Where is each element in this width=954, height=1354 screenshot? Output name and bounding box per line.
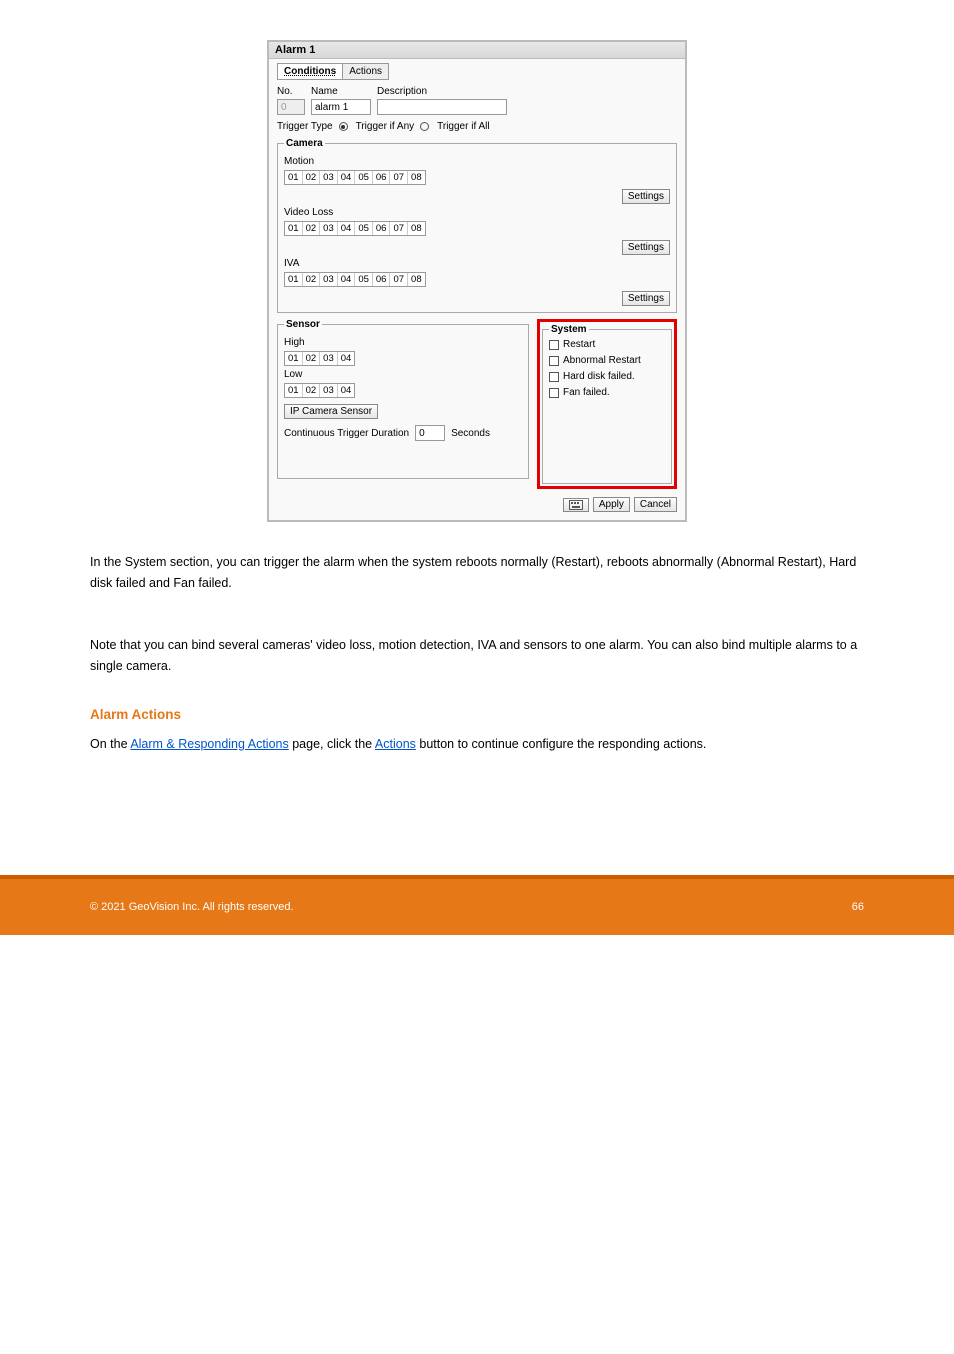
low-label: Low xyxy=(284,369,522,380)
high-grid[interactable]: 01 02 03 04 xyxy=(284,351,355,366)
low-04[interactable]: 04 xyxy=(338,384,355,397)
p3-b: page, click the xyxy=(289,737,375,751)
iva-settings-button[interactable]: Settings xyxy=(622,291,670,306)
tabs: Conditions Actions xyxy=(277,63,677,80)
trigger-any-label: Trigger if Any xyxy=(356,121,415,132)
no-input xyxy=(277,99,305,115)
iva-05[interactable]: 05 xyxy=(355,273,373,286)
system-highlight-box: System Restart Abnormal Restart Hard dis… xyxy=(537,319,677,489)
ctd-label: Continuous Trigger Duration xyxy=(284,428,409,439)
motion-01[interactable]: 01 xyxy=(285,171,303,184)
p3-c: button to continue configure the respond… xyxy=(416,737,706,751)
p3-a: On the xyxy=(90,737,130,751)
fan-checkbox[interactable] xyxy=(549,388,559,398)
radio-trigger-all[interactable] xyxy=(420,122,429,131)
paragraph-system-desc: In the System section, you can trigger t… xyxy=(90,552,864,595)
iva-label: IVA xyxy=(284,258,670,269)
actions-tab-link[interactable]: Actions xyxy=(375,737,416,751)
system-legend: System xyxy=(549,324,589,335)
trigger-all-label: Trigger if All xyxy=(437,121,489,132)
alarm-dialog: Alarm 1 Conditions Actions No. Name Desc… xyxy=(267,40,687,522)
motion-07[interactable]: 07 xyxy=(390,171,408,184)
motion-08[interactable]: 08 xyxy=(408,171,425,184)
videoloss-05[interactable]: 05 xyxy=(355,222,373,235)
videoloss-grid[interactable]: 01 02 03 04 05 06 07 08 xyxy=(284,221,426,236)
motion-label: Motion xyxy=(284,156,670,167)
videoloss-01[interactable]: 01 xyxy=(285,222,303,235)
radio-trigger-any[interactable] xyxy=(339,122,348,131)
hdd-label: Hard disk failed. xyxy=(563,371,635,382)
footer-copyright: © 2021 GeoVision Inc. All rights reserve… xyxy=(90,901,294,913)
iva-06[interactable]: 06 xyxy=(373,273,391,286)
high-04[interactable]: 04 xyxy=(338,352,355,365)
motion-06[interactable]: 06 xyxy=(373,171,391,184)
ctd-unit: Seconds xyxy=(451,428,490,439)
restart-checkbox[interactable] xyxy=(549,340,559,350)
videoloss-04[interactable]: 04 xyxy=(338,222,356,235)
paragraph-note: Note that you can bind several cameras' … xyxy=(90,635,864,678)
motion-05[interactable]: 05 xyxy=(355,171,373,184)
system-fieldset: System Restart Abnormal Restart Hard dis… xyxy=(542,324,672,484)
fan-label: Fan failed. xyxy=(563,387,610,398)
low-02[interactable]: 02 xyxy=(303,384,321,397)
footer-page-number: 66 xyxy=(852,901,864,913)
videoloss-07[interactable]: 07 xyxy=(390,222,408,235)
videoloss-label: Video Loss xyxy=(284,207,670,218)
subheading-alarm-actions: Alarm Actions xyxy=(90,707,864,722)
ip-camera-sensor-button[interactable]: IP Camera Sensor xyxy=(284,404,378,419)
videoloss-03[interactable]: 03 xyxy=(320,222,338,235)
motion-02[interactable]: 02 xyxy=(303,171,321,184)
videoloss-settings-button[interactable]: Settings xyxy=(622,240,670,255)
cancel-button[interactable]: Cancel xyxy=(634,497,677,512)
high-03[interactable]: 03 xyxy=(320,352,338,365)
abnormal-label: Abnormal Restart xyxy=(563,355,641,366)
abnormal-checkbox[interactable] xyxy=(549,356,559,366)
keyboard-icon xyxy=(569,500,583,510)
desc-input[interactable] xyxy=(377,99,507,115)
tab-actions[interactable]: Actions xyxy=(342,63,389,80)
high-label: High xyxy=(284,337,522,348)
low-01[interactable]: 01 xyxy=(285,384,303,397)
paragraph-actions: On the Alarm & Responding Actions page, … xyxy=(90,734,864,755)
restart-label: Restart xyxy=(563,339,595,350)
hdd-checkbox[interactable] xyxy=(549,372,559,382)
iva-08[interactable]: 08 xyxy=(408,273,425,286)
alarm-actions-link[interactable]: Alarm & Responding Actions xyxy=(130,737,288,751)
trigger-label: Trigger Type xyxy=(277,121,333,132)
camera-legend: Camera xyxy=(284,138,325,149)
motion-04[interactable]: 04 xyxy=(338,171,356,184)
iva-02[interactable]: 02 xyxy=(303,273,321,286)
sensor-legend: Sensor xyxy=(284,319,322,330)
dialog-title: Alarm 1 xyxy=(269,42,685,59)
name-label: Name xyxy=(311,86,371,97)
iva-01[interactable]: 01 xyxy=(285,273,303,286)
high-02[interactable]: 02 xyxy=(303,352,321,365)
sensor-fieldset: Sensor High 01 02 03 04 Low 01 02 03 xyxy=(277,319,529,479)
low-03[interactable]: 03 xyxy=(320,384,338,397)
iva-04[interactable]: 04 xyxy=(338,273,356,286)
iva-03[interactable]: 03 xyxy=(320,273,338,286)
tab-conditions[interactable]: Conditions xyxy=(277,63,343,80)
high-01[interactable]: 01 xyxy=(285,352,303,365)
iva-grid[interactable]: 01 02 03 04 05 06 07 08 xyxy=(284,272,426,287)
iva-07[interactable]: 07 xyxy=(390,273,408,286)
keyboard-button[interactable] xyxy=(563,498,589,512)
page-footer: © 2021 GeoVision Inc. All rights reserve… xyxy=(0,875,954,935)
ctd-input[interactable] xyxy=(415,425,445,441)
motion-03[interactable]: 03 xyxy=(320,171,338,184)
camera-fieldset: Camera Motion 01 02 03 04 05 06 07 08 Se… xyxy=(277,138,677,313)
desc-label: Description xyxy=(377,86,507,97)
low-grid[interactable]: 01 02 03 04 xyxy=(284,383,355,398)
motion-settings-button[interactable]: Settings xyxy=(622,189,670,204)
motion-grid[interactable]: 01 02 03 04 05 06 07 08 xyxy=(284,170,426,185)
name-input[interactable] xyxy=(311,99,371,115)
no-label: No. xyxy=(277,86,305,97)
videoloss-02[interactable]: 02 xyxy=(303,222,321,235)
apply-button[interactable]: Apply xyxy=(593,497,630,512)
videoloss-08[interactable]: 08 xyxy=(408,222,425,235)
videoloss-06[interactable]: 06 xyxy=(373,222,391,235)
